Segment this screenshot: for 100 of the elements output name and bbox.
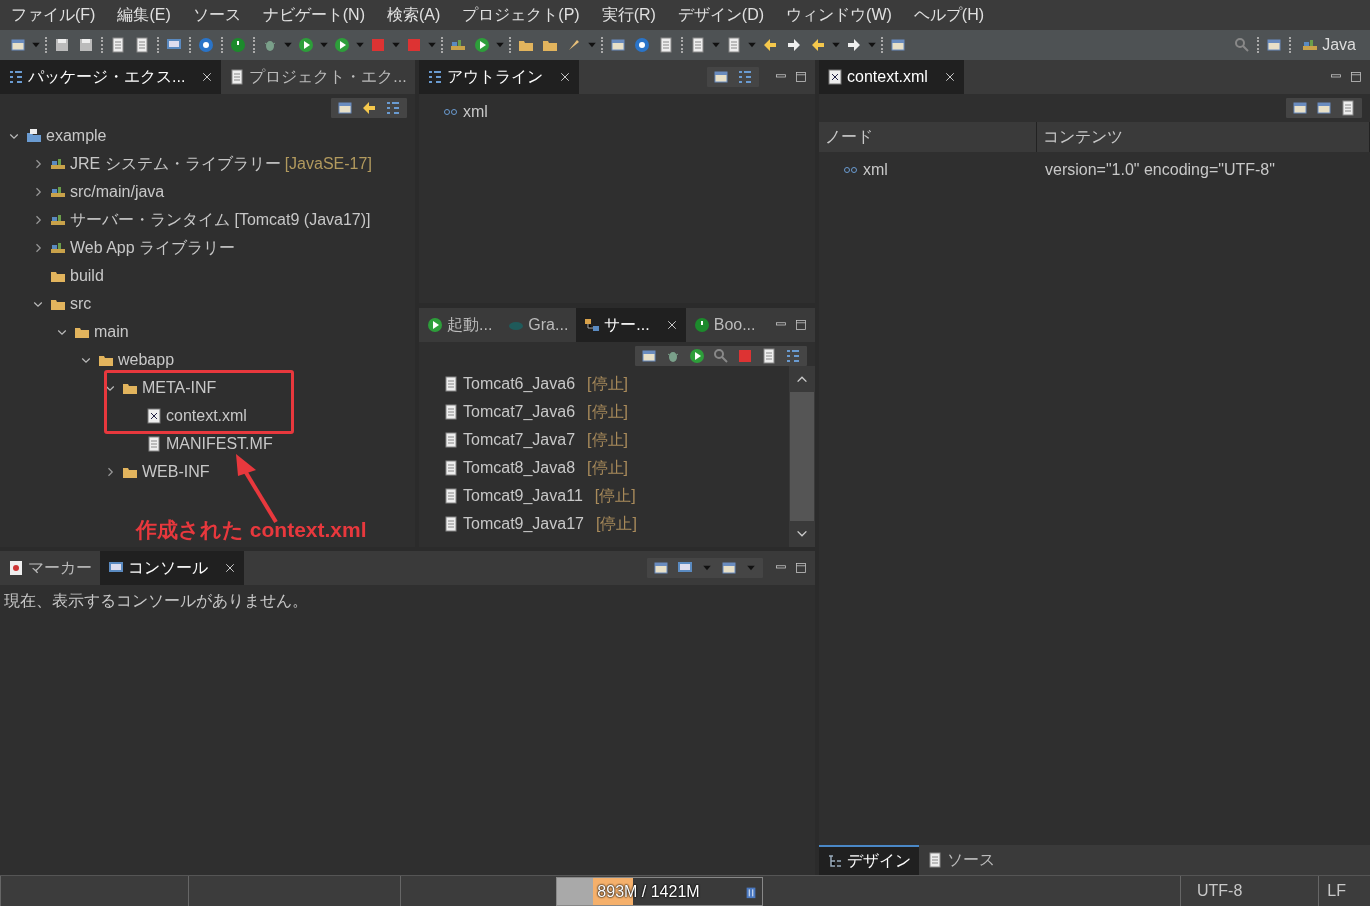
back-icon[interactable] <box>762 37 778 53</box>
tree-item[interactable]: webapp <box>118 348 175 372</box>
maximize-icon[interactable] <box>1350 71 1362 83</box>
table-cell-text: xml <box>863 160 888 180</box>
tree-item[interactable]: context.xml <box>166 404 247 428</box>
annotation-text: 作成された context.xml <box>136 517 367 543</box>
server-icon <box>443 488 459 504</box>
maximize-icon[interactable] <box>795 319 807 331</box>
markers-icon <box>8 560 24 576</box>
server-name[interactable]: Tomcat9_Java11 <box>463 484 583 508</box>
panel-tab[interactable]: パッケージ・エクス... <box>0 60 222 94</box>
menu-item[interactable]: デザイン(D) <box>666 0 776 30</box>
save-all-icon[interactable] <box>78 37 94 53</box>
server-icon <box>443 516 459 532</box>
server-status: [停止] <box>587 402 628 422</box>
server-icon <box>443 460 459 476</box>
document-icon[interactable] <box>134 37 150 53</box>
menu-item[interactable]: ナビゲート(N) <box>251 0 376 30</box>
server-name[interactable]: Tomcat7_Java7 <box>463 428 576 452</box>
document-icon <box>229 69 246 85</box>
text-file-icon <box>146 436 162 452</box>
line-delimiter-status[interactable]: LF <box>1319 879 1354 903</box>
panel-tab[interactable]: Boo... <box>685 308 764 342</box>
tree-item[interactable]: META-INF <box>142 376 217 400</box>
server-name[interactable]: Tomcat6_Java6 <box>463 372 576 396</box>
outline-item[interactable]: xml <box>463 100 488 124</box>
tree-item[interactable]: JRE システム・ライブラリー <box>70 152 281 176</box>
menu-item[interactable]: 検索(A) <box>376 0 452 30</box>
close-icon[interactable] <box>559 71 571 83</box>
table-cell-text: version="1.0" encoding="UTF-8" <box>1044 160 1275 180</box>
play-icon[interactable] <box>689 348 705 364</box>
server-status: [停止] <box>595 514 637 534</box>
tree-item[interactable]: サーバー・ランタイム [Tomcat9 (Java17)] <box>70 208 371 232</box>
menu-item[interactable]: プロジェクト(P) <box>451 0 591 30</box>
close-icon[interactable] <box>943 71 956 83</box>
library-icon <box>50 212 66 228</box>
package-icon[interactable] <box>450 37 466 53</box>
power-icon[interactable] <box>230 37 246 53</box>
document-icon[interactable] <box>690 37 706 53</box>
tree-item[interactable]: src <box>70 292 92 316</box>
server-name[interactable]: Tomcat7_Java6 <box>463 400 576 424</box>
panel-tab[interactable]: 起動... <box>419 308 501 342</box>
document-icon[interactable] <box>110 37 126 53</box>
play-icon[interactable] <box>298 37 314 53</box>
menu-item[interactable]: 編集(E) <box>106 0 182 30</box>
brush-icon[interactable] <box>566 37 582 53</box>
maximize-icon[interactable] <box>795 71 807 83</box>
arrow-right-icon[interactable] <box>846 37 862 53</box>
tree-item[interactable]: Web App ライブラリー <box>70 236 236 260</box>
tree-item[interactable]: src/main/java <box>70 180 165 204</box>
close-icon[interactable] <box>665 319 678 331</box>
panel-tab[interactable]: プロジェクト・エク... <box>221 60 415 94</box>
library-icon <box>50 156 66 172</box>
menu-item[interactable]: ファイル(F) <box>0 0 107 30</box>
new-window-icon[interactable] <box>10 37 26 53</box>
panel-tab[interactable]: サー... <box>576 308 686 342</box>
view-menu-icon[interactable] <box>385 100 401 116</box>
server-name[interactable]: Tomcat8_Java8 <box>463 456 576 480</box>
menu-item[interactable]: ヘルプ(H) <box>902 0 996 30</box>
window-icon[interactable] <box>610 37 626 53</box>
outline-icon <box>427 69 443 85</box>
panel-tab[interactable]: context.xml <box>819 60 964 94</box>
tree-item[interactable]: build <box>70 264 104 288</box>
tree-item[interactable]: example <box>46 124 107 148</box>
column-header[interactable]: ノード <box>819 122 1037 152</box>
console-message: 現在、表示するコンソールがありません。 <box>3 591 309 611</box>
scrollbar[interactable] <box>789 366 815 547</box>
tree-item[interactable]: main <box>94 320 129 344</box>
column-header[interactable]: コンテンツ <box>1037 122 1370 152</box>
forward-icon[interactable] <box>786 37 802 53</box>
editor-page-tab[interactable]: デザイン <box>819 845 919 875</box>
close-icon[interactable] <box>201 71 214 83</box>
run-icon[interactable] <box>334 37 350 53</box>
perspective-button[interactable]: Java <box>1294 28 1364 62</box>
save-icon[interactable] <box>54 37 70 53</box>
tree-item[interactable]: MANIFEST.MF <box>166 432 273 456</box>
server-name[interactable]: Tomcat9_Java17 <box>463 512 584 536</box>
panel-tab[interactable]: マーカー <box>0 551 100 585</box>
document-icon[interactable] <box>658 37 674 53</box>
encoding-status[interactable]: UTF-8 <box>1181 879 1259 903</box>
view-menu-icon[interactable] <box>737 69 753 85</box>
editor-page-tab[interactable]: ソース <box>919 845 1003 875</box>
panel-tab[interactable]: コンソール <box>100 551 244 585</box>
document-icon[interactable] <box>1340 100 1356 116</box>
maximize-icon[interactable] <box>795 562 807 574</box>
design-icon <box>827 853 843 869</box>
package-folder-icon <box>50 184 66 200</box>
tree-item[interactable]: WEB-INF <box>142 460 210 484</box>
arrow-left-icon[interactable] <box>810 37 826 53</box>
panel-tab[interactable]: Gra... <box>500 308 577 342</box>
menu-item[interactable]: ウィンドウ(W) <box>775 0 903 30</box>
servers-icon <box>584 317 601 333</box>
close-icon[interactable] <box>224 562 236 574</box>
panel-tab[interactable]: アウトライン <box>419 60 579 94</box>
window-icon[interactable] <box>890 37 906 53</box>
menu-item[interactable]: ソース <box>181 0 252 30</box>
play-icon <box>427 317 443 333</box>
view-menu-icon[interactable] <box>785 348 801 364</box>
document-icon[interactable] <box>726 37 742 53</box>
menu-item[interactable]: 実行(R) <box>590 0 667 30</box>
